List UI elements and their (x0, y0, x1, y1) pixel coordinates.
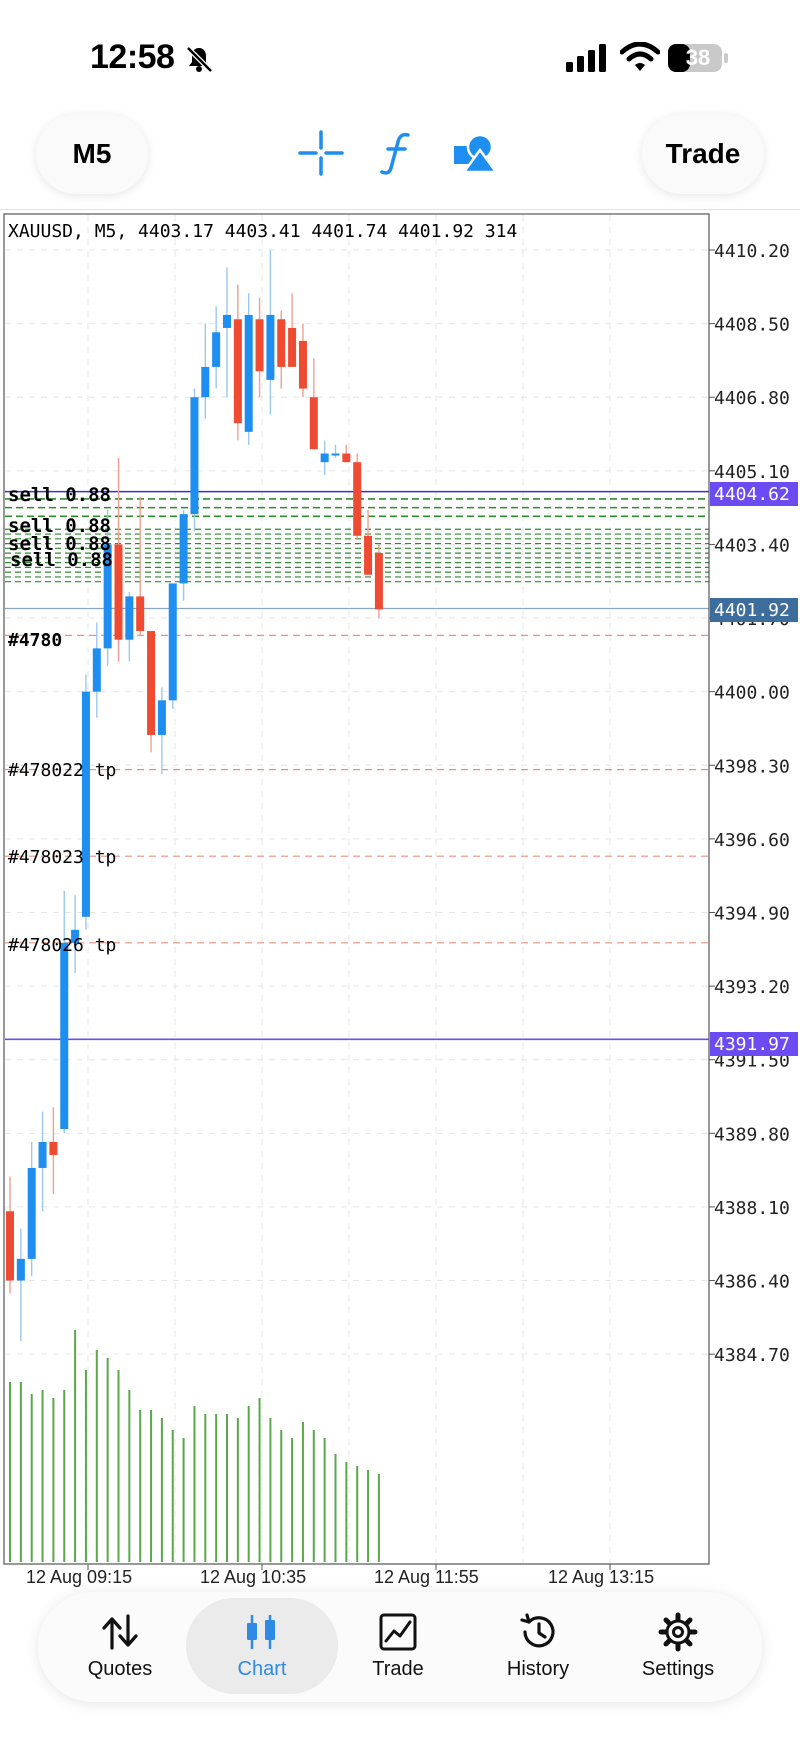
y-tick-label: 4393.20 (714, 977, 790, 998)
function-indicators-icon[interactable] (374, 130, 420, 176)
order-label-stack-b: sell 0.88 (10, 549, 113, 571)
battery-level: 38 (685, 45, 711, 70)
candle-bull (212, 332, 221, 367)
candle-bull (244, 314, 253, 432)
wifi-icon (620, 42, 660, 71)
candle-bear (114, 544, 123, 640)
tp-cluster-label: #4780 (8, 630, 62, 651)
candle-bear (147, 631, 156, 735)
chart-toolbar: M5 Trade (0, 110, 800, 210)
candle-bull (92, 648, 101, 692)
crosshair-icon[interactable] (298, 130, 344, 176)
y-tick-label: 4408.50 (714, 315, 790, 336)
candle-bull (27, 1167, 36, 1259)
volume-bars (9, 1330, 380, 1562)
status-bar: 12:58 38 (0, 0, 800, 110)
candle-bull (81, 691, 90, 917)
price-axis: 4410.20 4408.50 4406.80 4405.10 4403.40 4401.… (709, 241, 790, 1366)
status-clock: 12:58 (90, 38, 175, 76)
candle-bear (49, 1141, 58, 1155)
y-tick-label: 4388.10 (714, 1198, 790, 1219)
bell-slash-icon (186, 46, 213, 73)
drawing-objects-icon[interactable] (452, 130, 498, 176)
candle-bull (201, 366, 210, 398)
candle-bull (168, 583, 177, 701)
trade-button[interactable]: Trade (642, 114, 764, 194)
nav-trade[interactable]: Trade (328, 1598, 468, 1694)
candle-bull (331, 453, 340, 456)
x-tick-label: 12 Aug 09:15 (26, 1567, 132, 1587)
nav-settings-label: Settings (641, 1657, 715, 1680)
price-tag-blue-low: 4391.97 (714, 1034, 790, 1055)
nav-trade-label: Trade (372, 1657, 424, 1680)
candle-bull (223, 314, 231, 328)
bottom-navigation: Quotes Chart Trade History Settings (38, 1592, 762, 1702)
nav-chart-label: Chart (237, 1657, 287, 1680)
x-tick-label: 12 Aug 10:35 (200, 1567, 306, 1587)
y-tick-label: 4400.00 (714, 683, 790, 704)
candle-bear (353, 462, 362, 536)
cellular-signal-icon (566, 44, 606, 72)
gear-icon (658, 1612, 698, 1651)
tp-label-3: #478026 tp (8, 935, 116, 956)
y-tick-label: 4394.90 (714, 903, 790, 924)
arrows-up-down-icon (102, 1613, 138, 1650)
chart-header: XAUUSD, M5, 4403.17 4403.41 4401.74 4401… (8, 221, 517, 242)
candle-bull (320, 453, 329, 463)
price-chart[interactable]: XAUUSD, M5, 4403.17 4403.41 4401.74 4401… (0, 210, 800, 1590)
candle-bull (38, 1141, 47, 1168)
candle-bear (298, 340, 307, 389)
nav-quotes[interactable]: Quotes (50, 1598, 190, 1694)
candle-bull (157, 700, 166, 735)
candle-bear (374, 553, 383, 610)
nav-settings[interactable]: Settings (608, 1598, 748, 1694)
candle-bull (190, 397, 199, 515)
x-tick-label: 12 Aug 13:15 (548, 1567, 654, 1587)
nav-chart[interactable]: Chart (186, 1598, 338, 1694)
y-tick-label: 4384.70 (714, 1345, 790, 1366)
candle-bear (255, 319, 264, 372)
y-tick-label: 4386.40 (714, 1272, 790, 1293)
tp-label-2: #478023 tp (8, 847, 116, 868)
y-tick-label: 4410.20 (714, 241, 790, 262)
candle-bear (277, 319, 286, 367)
plot-frame (3, 213, 710, 1565)
candle-bear (342, 453, 351, 463)
nav-history-label: History (506, 1657, 570, 1680)
candle-bear (288, 327, 297, 367)
candle-bear (309, 397, 318, 450)
y-tick-label: 4405.10 (714, 462, 790, 483)
y-tick-label: 4406.80 (714, 388, 790, 409)
candle-bull (266, 314, 275, 380)
candle-bull (179, 514, 188, 584)
y-tick-label: 4403.40 (714, 535, 790, 556)
y-tick-label: 4389.80 (714, 1124, 790, 1145)
candlestick-icon (247, 1614, 275, 1649)
time-axis: 12 Aug 09:15 12 Aug 10:35 12 Aug 11:55 12 A… (26, 1564, 654, 1587)
nav-history[interactable]: History (468, 1598, 608, 1694)
tp-label-1: #478022 tp (8, 760, 116, 781)
candle-bear (136, 596, 145, 632)
candle-bear (6, 1211, 14, 1281)
nav-quotes-label: Quotes (87, 1657, 153, 1680)
candle-bear (364, 535, 373, 575)
candle-bear (233, 319, 242, 424)
y-tick-label: 4396.60 (714, 830, 790, 851)
candles (6, 250, 383, 1342)
candle-bull (125, 596, 134, 640)
price-tag-blue-high: 4404.62 (714, 484, 790, 505)
candle-bull (60, 942, 69, 1129)
x-tick-label: 12 Aug 11:55 (374, 1567, 479, 1587)
order-label-sell-1: sell 0.88 (8, 484, 111, 506)
timeframe-button[interactable]: M5 (36, 114, 148, 194)
y-tick-label: 4398.30 (714, 756, 790, 777)
line-chart-icon (379, 1613, 417, 1650)
price-tag-current: 4401.92 (714, 600, 790, 621)
chart-grid (5, 215, 709, 1563)
candle-bull (16, 1258, 25, 1281)
history-clock-icon (520, 1612, 555, 1647)
